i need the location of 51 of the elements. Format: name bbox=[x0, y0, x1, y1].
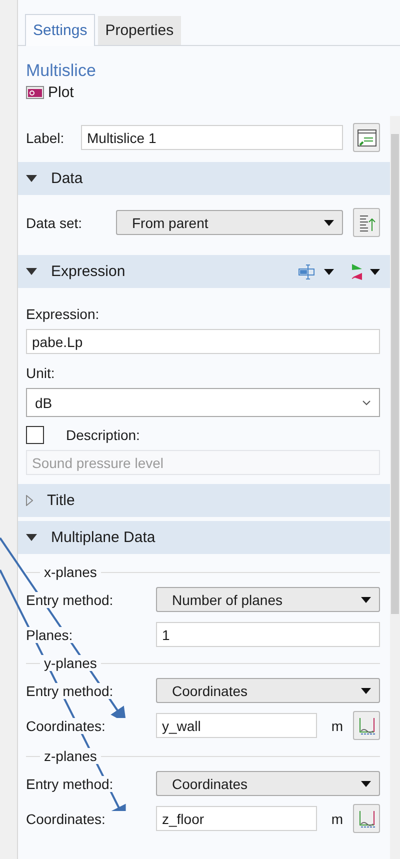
section-title: Title bbox=[47, 492, 76, 509]
node-title: Multislice bbox=[25, 60, 97, 81]
expand-triangle-icon[interactable] bbox=[26, 495, 33, 506]
description-field: Sound pressure level bbox=[26, 450, 380, 475]
field-label: Unit: bbox=[26, 365, 55, 381]
entry-method-dropdown[interactable]: Number of planes bbox=[156, 587, 380, 612]
section-header[interactable]: Data bbox=[18, 162, 390, 195]
section-header[interactable]: Expression bbox=[18, 255, 390, 288]
tab[interactable]: Settings bbox=[25, 14, 96, 46]
checkbox-label: Description: bbox=[66, 427, 140, 443]
graph-icon bbox=[356, 716, 376, 736]
collapse-triangle-icon[interactable] bbox=[26, 534, 37, 541]
scrollbar[interactable] bbox=[390, 116, 400, 859]
graph-icon bbox=[356, 808, 376, 828]
range-button[interactable] bbox=[353, 804, 380, 833]
dropdown-arrow-icon bbox=[361, 780, 371, 786]
section-title: Expression bbox=[51, 263, 126, 280]
chevron-down-icon bbox=[362, 400, 371, 406]
go-to-source-button[interactable] bbox=[353, 208, 380, 237]
section-header[interactable]: Multiplane Data bbox=[18, 521, 390, 554]
node-type: Plot bbox=[48, 84, 74, 101]
flag-icon[interactable] bbox=[350, 262, 364, 280]
planes-field[interactable]: 1 bbox=[156, 622, 380, 647]
data-set-dropdown[interactable]: From parent bbox=[116, 210, 343, 235]
expression-field[interactable]: pabe.Lp bbox=[26, 329, 380, 354]
dropdown-arrow-icon bbox=[324, 220, 334, 226]
unit-label: m bbox=[331, 718, 343, 734]
section-header[interactable]: Title bbox=[18, 484, 390, 517]
note-icon bbox=[356, 128, 376, 146]
collapse-triangle-icon[interactable] bbox=[26, 268, 37, 275]
section-title: Data bbox=[51, 170, 84, 187]
dropdown-arrow-icon bbox=[361, 688, 371, 694]
dropdown-arrow-icon bbox=[324, 268, 334, 274]
section-title: Multiplane Data bbox=[51, 529, 156, 546]
dropdown-arrow-icon bbox=[361, 596, 371, 602]
checkbox[interactable] bbox=[26, 426, 44, 444]
plot-icon bbox=[26, 86, 44, 99]
comment-button[interactable] bbox=[353, 123, 380, 152]
field-label: Expression: bbox=[26, 306, 100, 322]
tab[interactable]: Properties bbox=[98, 16, 181, 45]
coordinates-field[interactable]: z_floor bbox=[156, 806, 318, 831]
label-field[interactable]: Multislice 1 bbox=[81, 125, 343, 150]
range-button[interactable] bbox=[353, 711, 380, 740]
entry-method-dropdown[interactable]: Coordinates bbox=[156, 771, 380, 796]
dropdown-arrow-icon bbox=[370, 268, 380, 274]
coordinates-field[interactable]: y_wall bbox=[156, 713, 318, 738]
list-arrow-icon bbox=[358, 212, 376, 232]
unit-dropdown[interactable]: dB bbox=[26, 388, 380, 417]
unit-label: m bbox=[331, 810, 343, 826]
entry-method-dropdown[interactable]: Coordinates bbox=[156, 678, 380, 703]
collapse-triangle-icon[interactable] bbox=[26, 175, 37, 182]
